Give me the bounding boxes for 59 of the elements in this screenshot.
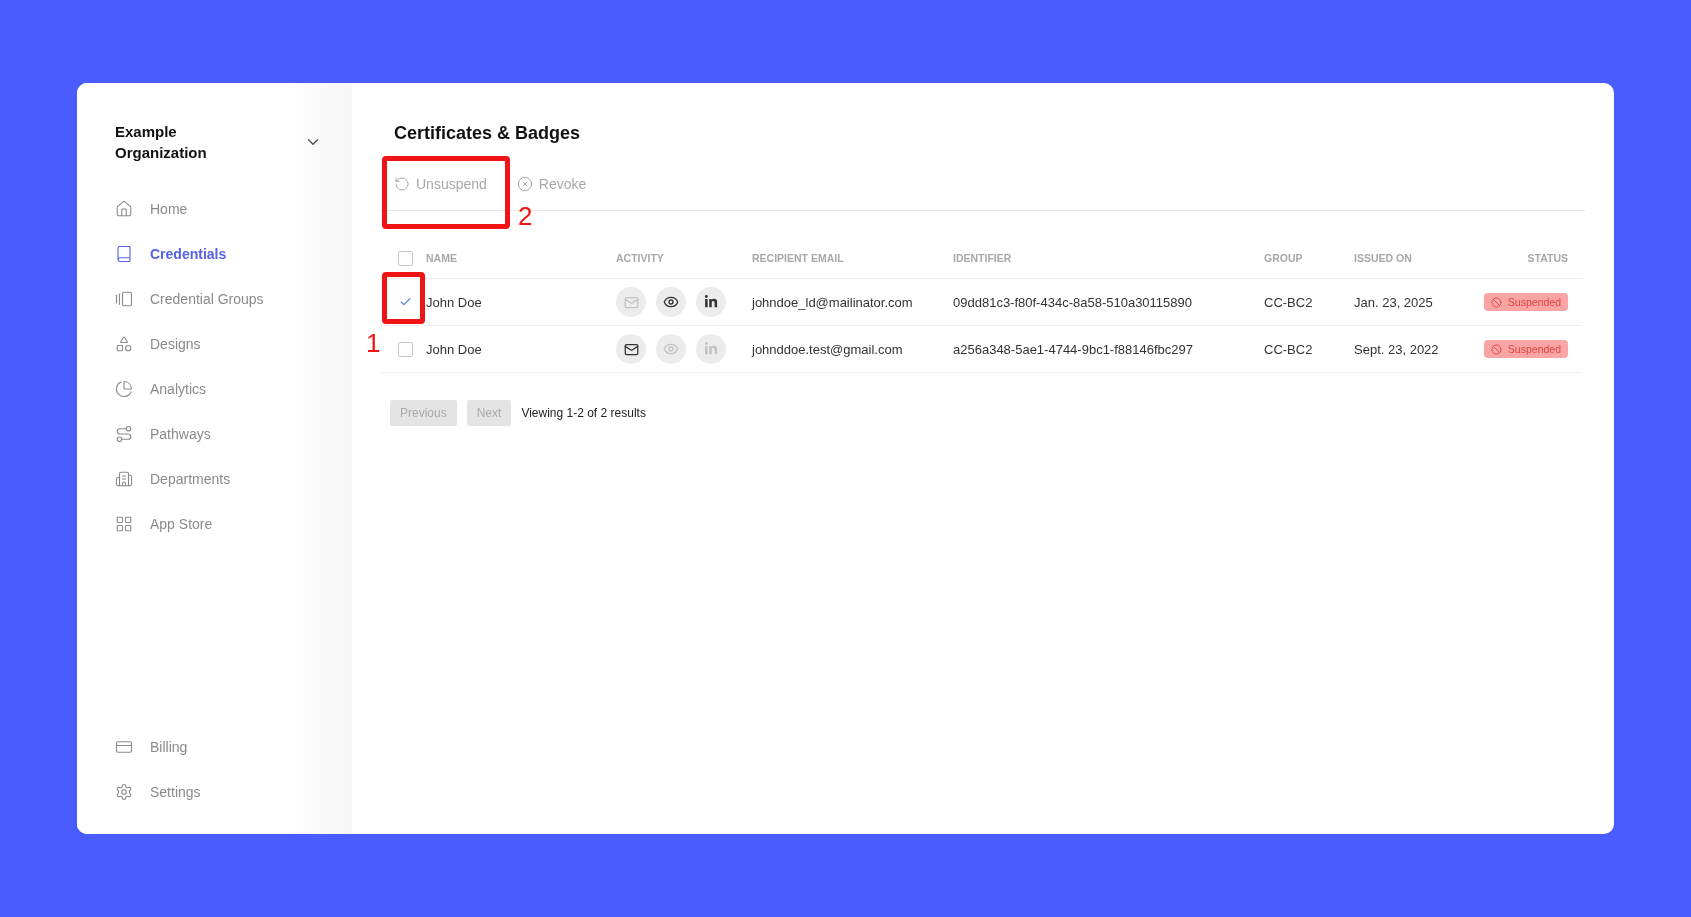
select-all-checkbox[interactable]: [398, 250, 413, 266]
identifier-cell-text: a256a348-5ae1-4744-9bc1-f88146fbc297: [953, 341, 1194, 357]
organization-name: Example Organization: [115, 122, 207, 163]
nav-item[interactable]: Billing: [115, 734, 352, 759]
status-badge: Suspended: [1483, 293, 1568, 311]
page-title: Certificates & Badges: [394, 123, 582, 144]
linkedin-icon: [704, 295, 718, 309]
identifier-cell-text: 09dd81c3-f80f-434c-8a58-510a30115890: [953, 294, 1193, 310]
activity-button[interactable]: [616, 334, 646, 364]
nav-item[interactable]: Analytics: [115, 376, 352, 401]
column-header: ACTIVITY: [616, 252, 665, 264]
group-cell-text: CC-BC2: [1264, 341, 1314, 357]
group-cell-text: CC-BC2: [1264, 294, 1314, 310]
annotation-number: 1: [366, 328, 381, 359]
column-header: IDENTIFIER: [953, 252, 1013, 264]
nav-item[interactable]: Designs: [115, 331, 352, 356]
settings-icon: [115, 782, 133, 801]
column-header: NAME: [426, 252, 458, 264]
status-badge: Suspended: [1483, 340, 1568, 358]
highlight-frame: [382, 272, 425, 324]
column-header: RECIPIENT EMAIL: [752, 252, 845, 264]
email-cell-text: johndoe_ld@mailinator.com: [752, 294, 914, 310]
annotation-number: 2: [518, 201, 533, 232]
eye-icon: [663, 341, 679, 357]
nav-item[interactable]: Pathways: [115, 421, 352, 446]
ban-icon: [1490, 296, 1502, 308]
date-cell-text: Sept. 23, 2022: [1354, 341, 1440, 357]
close-circle-icon: [516, 176, 533, 192]
eye-icon: [663, 294, 679, 310]
nav-item[interactable]: Credential Groups: [115, 286, 352, 311]
shapes-icon: [115, 334, 133, 353]
column-header: GROUP: [1264, 252, 1304, 264]
email-cell-text: johnddoe.test@gmail.com: [752, 341, 904, 357]
cards-icon: [115, 289, 133, 308]
nav-item[interactable]: Home: [115, 196, 352, 221]
linkedin-icon: [704, 342, 718, 356]
route-icon: [115, 424, 133, 443]
nav-item[interactable]: App Store: [115, 511, 352, 536]
date-cell-text: Jan. 23, 2025: [1354, 294, 1434, 310]
mail-icon: [623, 341, 639, 357]
mail-icon: [623, 294, 639, 310]
column-header: STATUS: [1526, 252, 1569, 264]
activity-button[interactable]: [696, 287, 726, 317]
row-checkbox[interactable]: [398, 341, 413, 357]
building-icon: [115, 469, 133, 488]
ban-icon: [1490, 343, 1502, 355]
activity-button[interactable]: [656, 287, 686, 317]
column-header: ISSUED ON: [1354, 252, 1413, 264]
undo-icon: [394, 176, 410, 192]
home-icon: [115, 199, 133, 218]
name-cell-text: John Doe: [426, 341, 483, 357]
nav-item[interactable]: Credentials: [115, 241, 352, 266]
book-icon: [115, 244, 133, 263]
results-summary: Viewing 1-2 of 2 results: [521, 406, 646, 420]
pie-chart-icon: [115, 379, 133, 398]
nav-item[interactable]: Departments: [115, 466, 352, 491]
nav-item[interactable]: Settings: [115, 779, 352, 804]
name-cell-text: John Doe: [426, 294, 483, 310]
grid-icon: [115, 514, 133, 533]
